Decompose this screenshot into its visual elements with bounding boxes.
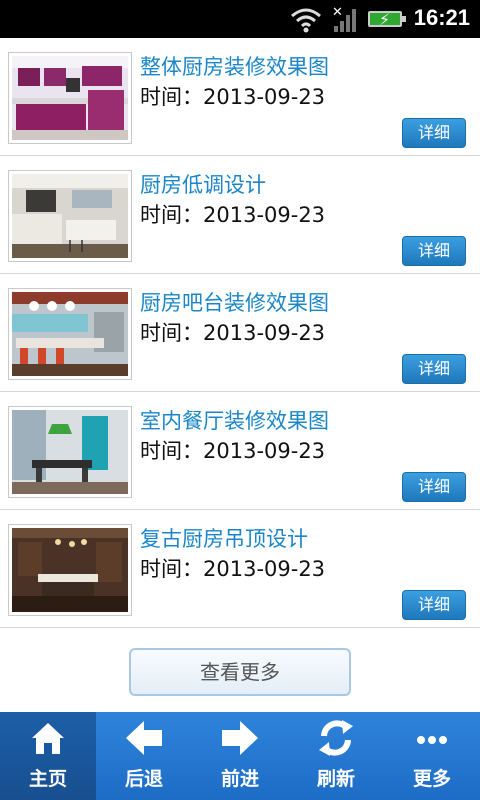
forward-arrow-icon xyxy=(222,721,258,755)
nav-label: 刷新 xyxy=(316,768,355,790)
nav-label: 更多 xyxy=(412,768,451,790)
status-time: 16:21 xyxy=(413,5,470,30)
thumbnail-image[interactable] xyxy=(8,52,132,144)
item-date: 时间：2013-09-23 xyxy=(140,557,326,581)
thumbnail-image[interactable] xyxy=(8,406,132,498)
list-item[interactable]: 复古厨房吊顶设计 时间：2013-09-23 详细 xyxy=(0,510,480,628)
nav-label: 前进 xyxy=(220,768,259,790)
item-title[interactable]: 复古厨房吊顶设计 xyxy=(140,523,308,553)
thumbnail-image[interactable] xyxy=(8,288,132,380)
article-list: 整体厨房装修效果图 时间：2013-09-23 详细 厨房低调设计 时间：201… xyxy=(0,38,480,628)
item-date: 时间：2013-09-23 xyxy=(140,85,326,109)
back-arrow-icon xyxy=(126,721,162,755)
signal-icon: ✕ xyxy=(332,5,356,32)
detail-button[interactable]: 详细 xyxy=(402,236,466,266)
refresh-icon xyxy=(319,720,353,756)
item-title[interactable]: 室内餐厅装修效果图 xyxy=(140,405,329,435)
bottom-nav: 主页 后退 前进 刷新 更多 xyxy=(0,712,480,800)
more-dots-icon xyxy=(417,736,447,744)
list-item[interactable]: 室内餐厅装修效果图 时间：2013-09-23 详细 xyxy=(0,392,480,510)
item-date: 时间：2013-09-23 xyxy=(140,321,326,345)
nav-home[interactable]: 主页 xyxy=(0,712,96,800)
nav-more[interactable]: 更多 xyxy=(384,712,480,800)
item-title[interactable]: 厨房吧台装修效果图 xyxy=(140,287,329,317)
thumbnail-image[interactable] xyxy=(8,524,132,616)
nav-refresh[interactable]: 刷新 xyxy=(288,712,384,800)
item-date: 时间：2013-09-23 xyxy=(140,203,326,227)
home-icon xyxy=(32,723,64,754)
nav-forward[interactable]: 前进 xyxy=(192,712,288,800)
detail-button[interactable]: 详细 xyxy=(402,590,466,620)
list-item[interactable]: 厨房吧台装修效果图 时间：2013-09-23 详细 xyxy=(0,274,480,392)
thumbnail-image[interactable] xyxy=(8,170,132,262)
battery-icon: ⚡ xyxy=(368,10,406,29)
nav-back[interactable]: 后退 xyxy=(96,712,192,800)
view-more-button[interactable]: 查看更多 xyxy=(129,648,351,696)
detail-button[interactable]: 详细 xyxy=(402,354,466,384)
list-item[interactable]: 整体厨房装修效果图 时间：2013-09-23 详细 xyxy=(0,38,480,156)
item-date: 时间：2013-09-23 xyxy=(140,439,326,463)
svg-text:✕: ✕ xyxy=(332,5,343,20)
detail-button[interactable]: 详细 xyxy=(402,118,466,148)
view-more-area: 查看更多 xyxy=(0,648,480,712)
nav-label: 后退 xyxy=(124,768,163,790)
wifi-icon xyxy=(291,8,321,33)
status-bar: ✕ ⚡ 16:21 xyxy=(0,0,480,38)
nav-label: 主页 xyxy=(28,768,67,790)
item-title[interactable]: 整体厨房装修效果图 xyxy=(140,51,329,81)
list-item[interactable]: 厨房低调设计 时间：2013-09-23 详细 xyxy=(0,156,480,274)
detail-button[interactable]: 详细 xyxy=(402,472,466,502)
item-title[interactable]: 厨房低调设计 xyxy=(140,169,266,199)
